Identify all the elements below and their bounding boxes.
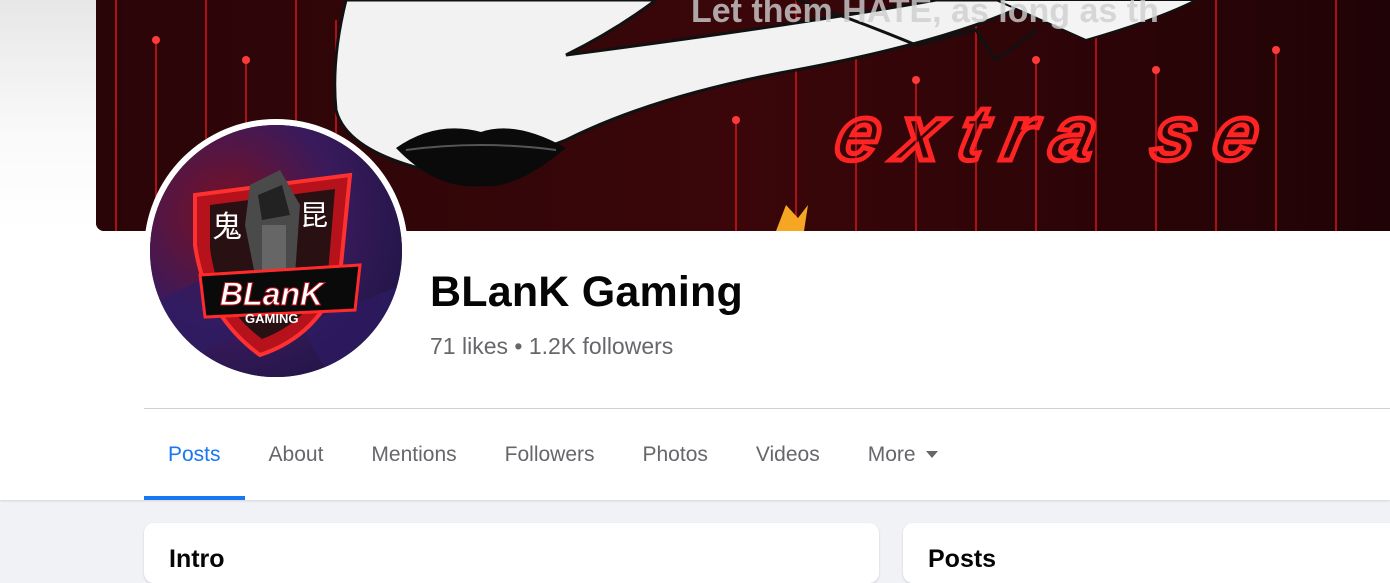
intro-card-title: Intro [169, 545, 225, 573]
tab-about[interactable]: About [245, 409, 348, 500]
avatar-logo-text: BLanK [220, 276, 326, 312]
tab-photos-label: Photos [642, 442, 708, 466]
tab-more[interactable]: More [844, 409, 962, 500]
tab-about-label: About [268, 442, 324, 466]
posts-card-title: Posts [928, 545, 997, 573]
avatar-kanji-left: 鬼 [212, 210, 242, 245]
page-stats[interactable]: 71 likes • 1.2K followers [430, 333, 673, 360]
cover-faded-text: Let them HATE, as long as th [691, 0, 1159, 30]
tab-more-label: More [867, 442, 916, 466]
profile-avatar[interactable]: 鬼 昆 BLanK GAMING [144, 119, 408, 383]
tab-followers-label: Followers [504, 442, 595, 466]
cover-overlay-text: extra se [828, 90, 1285, 177]
caret-down-icon [925, 451, 938, 458]
avatar-logo-subtext: GAMING [245, 311, 298, 326]
profile-tab-bar: Posts About Mentions Followers Photos Vi… [144, 409, 962, 500]
tab-videos-label: Videos [755, 442, 820, 466]
tab-mentions[interactable]: Mentions [347, 409, 480, 500]
posts-card: Posts [903, 523, 1390, 583]
tab-posts-label: Posts [168, 442, 221, 466]
tab-mentions-label: Mentions [371, 442, 457, 466]
tab-followers[interactable]: Followers [481, 409, 619, 500]
tab-photos[interactable]: Photos [619, 409, 732, 500]
profile-header: Let them HATE, as long as th extra se 鬼 … [0, 0, 1390, 500]
tab-videos[interactable]: Videos [732, 409, 844, 500]
cover-edge-fade [0, 0, 96, 231]
intro-card: Intro [144, 523, 879, 583]
avatar-kanji-right: 昆 [300, 199, 328, 232]
blank-gaming-logo-icon: 鬼 昆 BLanK GAMING [150, 125, 402, 377]
tab-posts[interactable]: Posts [144, 409, 245, 500]
page-title: BLanK Gaming [430, 268, 743, 316]
